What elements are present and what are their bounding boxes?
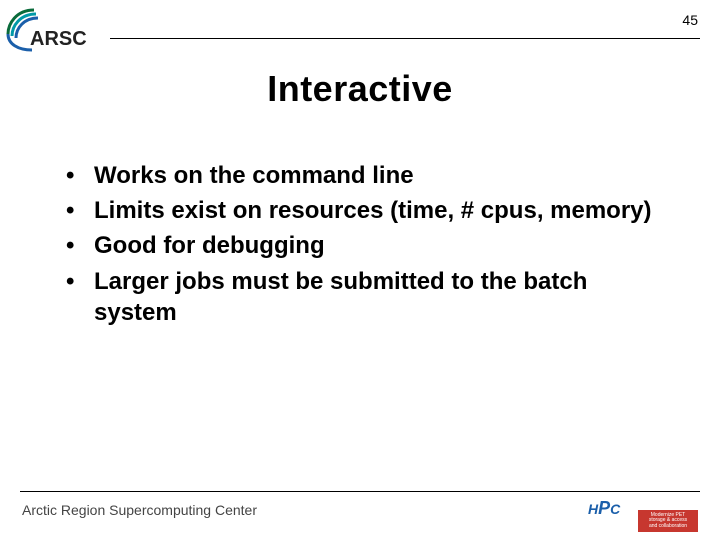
list-item: Works on the command line <box>66 160 660 191</box>
footer-org: Arctic Region Supercomputing Center <box>22 502 257 518</box>
footer-tag-line: and collaboration <box>649 524 687 530</box>
arsc-logo: ARSC <box>6 6 106 54</box>
arsc-logo-icon: ARSC <box>6 6 106 54</box>
arsc-logo-text: ARSC <box>30 28 87 50</box>
page-number: 45 <box>682 12 698 28</box>
header-divider <box>110 38 700 39</box>
hpc-logo-text: HPC <box>588 501 620 517</box>
list-item: Good for debugging <box>66 230 660 261</box>
slide-title: Interactive <box>0 68 720 110</box>
list-item: Larger jobs must be submitted to the bat… <box>66 266 660 328</box>
bullet-list: Works on the command line Limits exist o… <box>66 160 660 332</box>
footer-divider <box>20 491 700 492</box>
footer-tag-badge: Modernize PET storage & access and colla… <box>638 510 698 532</box>
slide: ARSC 45 Interactive Works on the command… <box>0 0 720 540</box>
list-item: Limits exist on resources (time, # cpus,… <box>66 195 660 226</box>
